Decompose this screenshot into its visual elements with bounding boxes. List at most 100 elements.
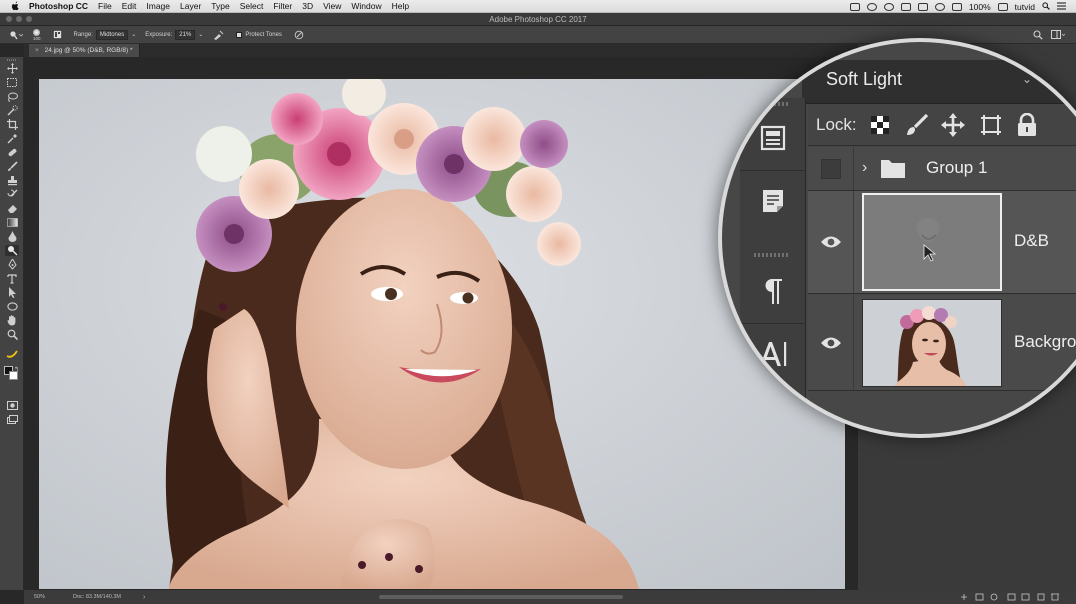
blend-mode-select[interactable]: Soft Light ⌄ bbox=[826, 64, 1038, 94]
zoom-tool-icon[interactable] bbox=[5, 329, 19, 340]
paragraph-icon[interactable] bbox=[740, 261, 806, 321]
properties-icon[interactable] bbox=[740, 108, 806, 168]
document-tab[interactable]: × 24.jpg @ 50% (D&B, RGB/8) * bbox=[29, 44, 140, 57]
dodge-tool-icon[interactable] bbox=[5, 245, 19, 256]
close-window-button[interactable] bbox=[6, 16, 12, 22]
status-arrow-icon[interactable]: › bbox=[143, 594, 145, 601]
blend-chevron-icon[interactable]: ⌄ bbox=[1022, 64, 1032, 94]
lock-all-icon[interactable] bbox=[1014, 112, 1040, 138]
visibility-toggle-db[interactable] bbox=[808, 191, 854, 293]
expand-group-chevron-icon[interactable]: › bbox=[862, 159, 867, 177]
lock-position-icon[interactable] bbox=[940, 112, 966, 138]
layer-row-group-1[interactable]: › Group 1 bbox=[808, 147, 1076, 191]
screen-mode-icon[interactable] bbox=[5, 414, 19, 425]
range-select[interactable]: Midtones bbox=[95, 29, 129, 40]
battery-percent[interactable]: 100% bbox=[969, 2, 991, 12]
timer-icon[interactable] bbox=[883, 2, 894, 11]
brush-settings-icon[interactable] bbox=[52, 30, 62, 39]
horizontal-scrollbar[interactable] bbox=[379, 595, 623, 599]
menu-3d[interactable]: 3D bbox=[302, 1, 313, 11]
close-tab-icon[interactable]: × bbox=[35, 47, 39, 54]
eraser-tool-icon[interactable] bbox=[5, 203, 19, 214]
layer-name-group[interactable]: Group 1 bbox=[926, 158, 987, 178]
crop-tool-icon[interactable] bbox=[5, 119, 19, 130]
clock-icon[interactable] bbox=[866, 2, 877, 11]
pen-tool-icon[interactable] bbox=[5, 259, 19, 270]
lock-transparency-icon[interactable] bbox=[867, 112, 893, 138]
volume-icon[interactable] bbox=[951, 2, 962, 11]
menu-window[interactable]: Window bbox=[351, 1, 381, 11]
blur-tool-icon[interactable] bbox=[5, 231, 19, 242]
layer-thumbnail-db[interactable] bbox=[862, 193, 1002, 291]
tools-grip[interactable] bbox=[7, 59, 17, 61]
layer-name-db[interactable]: D&B bbox=[1014, 231, 1049, 251]
exposure-chevron-icon[interactable]: ⌄ bbox=[198, 31, 203, 38]
airbrush-icon[interactable] bbox=[213, 30, 224, 40]
notification-center-icon[interactable] bbox=[1057, 2, 1066, 12]
clone-stamp-tool-icon[interactable] bbox=[5, 175, 19, 186]
battery-icon[interactable] bbox=[997, 2, 1008, 11]
canvas-area[interactable] bbox=[24, 57, 858, 590]
bluetooth-icon[interactable] bbox=[917, 2, 928, 11]
quick-mask-icon[interactable] bbox=[5, 400, 19, 411]
apple-icon[interactable] bbox=[9, 0, 21, 12]
workspace-icon[interactable] bbox=[1051, 30, 1065, 40]
quick-select-tool-icon[interactable] bbox=[5, 105, 19, 116]
edit-toolbar-icon[interactable] bbox=[5, 348, 19, 359]
brush-size-picker[interactable]: 100 bbox=[33, 28, 41, 41]
menu-view[interactable]: View bbox=[323, 1, 341, 11]
menu-edit[interactable]: Edit bbox=[122, 1, 137, 11]
range-chevron-icon[interactable]: ⌄ bbox=[131, 31, 136, 38]
visibility-toggle-empty[interactable] bbox=[808, 147, 854, 190]
lock-artboard-icon[interactable] bbox=[978, 112, 1004, 138]
pressure-icon[interactable] bbox=[294, 30, 304, 40]
menu-type[interactable]: Type bbox=[211, 1, 229, 11]
fx-icon[interactable] bbox=[975, 590, 985, 604]
lock-pixels-icon[interactable] bbox=[904, 112, 930, 138]
spotlight-icon[interactable] bbox=[1042, 1, 1050, 12]
wifi-icon[interactable] bbox=[934, 2, 945, 11]
zoom-level[interactable]: 50% bbox=[34, 594, 45, 600]
protect-tones-checkbox[interactable] bbox=[236, 31, 243, 38]
display-icon[interactable] bbox=[900, 2, 911, 11]
minimize-window-button[interactable] bbox=[16, 16, 22, 22]
document-canvas[interactable] bbox=[39, 79, 845, 589]
swap-colors-icon[interactable]: ↰ bbox=[14, 366, 19, 373]
layer-row-background[interactable]: Backgro bbox=[808, 295, 1076, 391]
app-name-menu[interactable]: Photoshop CC bbox=[29, 1, 88, 11]
layer-thumbnail-background[interactable] bbox=[862, 299, 1002, 387]
adjustment-layer-icon[interactable] bbox=[1005, 590, 1015, 604]
lasso-tool-icon[interactable] bbox=[5, 91, 19, 102]
healing-brush-tool-icon[interactable] bbox=[5, 147, 19, 158]
link-layers-icon[interactable] bbox=[961, 590, 971, 604]
type-tool-icon[interactable] bbox=[5, 273, 19, 284]
panel-grip[interactable] bbox=[754, 102, 790, 106]
new-group-icon[interactable] bbox=[1020, 590, 1030, 604]
ellipse-tool-icon[interactable] bbox=[5, 301, 19, 312]
eyedropper-tool-icon[interactable] bbox=[5, 133, 19, 144]
notes-icon[interactable] bbox=[740, 170, 806, 230]
camera-icon[interactable] bbox=[849, 2, 860, 11]
history-brush-tool-icon[interactable] bbox=[5, 189, 19, 200]
menu-layer[interactable]: Layer bbox=[180, 1, 201, 11]
path-selection-tool-icon[interactable] bbox=[5, 287, 19, 298]
menu-image[interactable]: Image bbox=[146, 1, 170, 11]
menu-filter[interactable]: Filter bbox=[273, 1, 292, 11]
hand-tool-icon[interactable] bbox=[5, 315, 19, 326]
zoom-window-button[interactable] bbox=[26, 16, 32, 22]
layer-name-background[interactable]: Backgro bbox=[1014, 332, 1076, 352]
panel-grip-2[interactable] bbox=[754, 253, 790, 257]
layer-row-db[interactable]: D&B bbox=[808, 191, 1076, 294]
panel-grip-3[interactable] bbox=[754, 398, 790, 402]
dodge-tool-preset-icon[interactable] bbox=[9, 30, 23, 40]
menu-select[interactable]: Select bbox=[240, 1, 264, 11]
character-icon[interactable] bbox=[740, 323, 806, 383]
visibility-toggle-background[interactable] bbox=[808, 295, 854, 390]
add-mask-icon[interactable] bbox=[989, 590, 999, 604]
delete-layer-icon[interactable] bbox=[1051, 590, 1061, 604]
search-icon[interactable] bbox=[1033, 30, 1043, 40]
user-name[interactable]: tutvid bbox=[1015, 2, 1035, 12]
menu-help[interactable]: Help bbox=[392, 1, 409, 11]
new-layer-icon[interactable] bbox=[1036, 590, 1046, 604]
exposure-input[interactable]: 21% bbox=[175, 29, 196, 40]
